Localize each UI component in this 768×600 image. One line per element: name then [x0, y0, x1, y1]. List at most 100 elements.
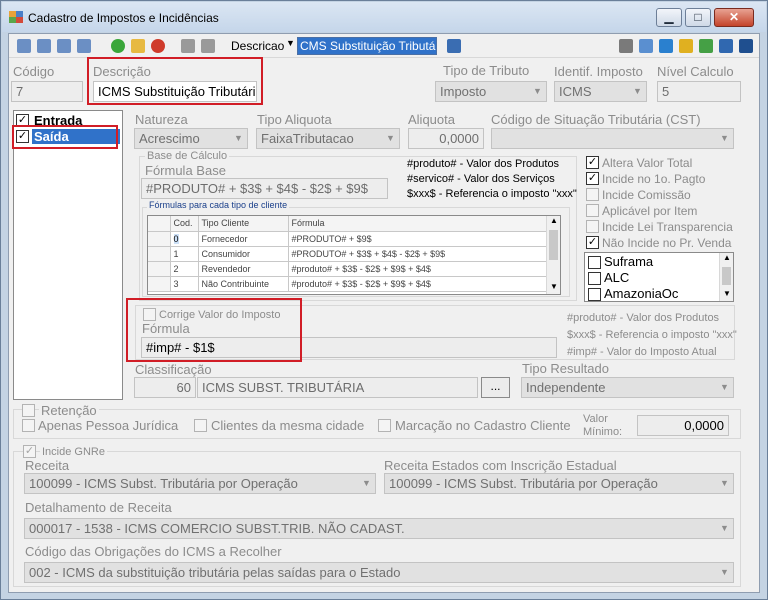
- highlight-corrige: [126, 298, 302, 362]
- grid-cell[interactable]: 0: [173, 233, 179, 244]
- print-icon[interactable]: [619, 39, 633, 53]
- obrigacoes-select[interactable]: 002 - ICMS da substituição tributária pe…: [24, 562, 734, 583]
- grid-cell[interactable]: Consumidor: [198, 246, 289, 262]
- checkbox-nao-incide-venda[interactable]: ✓: [586, 236, 599, 249]
- toolbar: Descricao ▼ CMS Substituição Tributária: [9, 34, 759, 58]
- legend-servico: #servico# - Valor dos Serviços: [407, 173, 555, 185]
- checkbox-gnre[interactable]: ✓: [23, 445, 36, 458]
- grid-cell[interactable]: 3: [170, 276, 199, 292]
- checkbox-retencao[interactable]: [22, 404, 35, 417]
- regions-scrollbar[interactable]: ▲ ▼: [719, 253, 733, 301]
- tipo-resultado-select[interactable]: Independente ▼: [521, 377, 734, 398]
- maximize-button[interactable]: □: [685, 8, 711, 27]
- classificacao-desc-field[interactable]: ICMS SUBST. TRIBUTÁRIA: [197, 377, 478, 398]
- grid-header-cod[interactable]: Cod.: [170, 216, 199, 232]
- settings-icon[interactable]: [639, 39, 653, 53]
- checkbox-aplicavel-item[interactable]: [586, 204, 599, 217]
- option-label: Aplicável por Item: [602, 204, 698, 218]
- grid-cell[interactable]: 1: [170, 246, 199, 262]
- imposto-legend-produto: #produto# - Valor dos Produtos: [567, 312, 720, 324]
- nivel-field[interactable]: 5: [657, 81, 741, 102]
- grid-cell[interactable]: Não Contribuinte: [198, 276, 289, 292]
- scroll-thumb[interactable]: [549, 230, 558, 260]
- grid-scrollbar[interactable]: ▲ ▼: [546, 216, 560, 294]
- menu-icon[interactable]: [739, 39, 753, 53]
- chevron-down-icon[interactable]: ▼: [286, 38, 295, 48]
- classificacao-code-field[interactable]: 60: [134, 377, 196, 398]
- checkbox-lei-transparencia[interactable]: [586, 220, 599, 233]
- add-icon[interactable]: [111, 39, 125, 53]
- scroll-thumb[interactable]: [722, 267, 731, 285]
- checkbox-incide-pagto[interactable]: ✓: [586, 172, 599, 185]
- grid-cell[interactable]: #produto# + $3$ - $2$ + $9$ + $4$: [288, 276, 549, 292]
- previous-record-icon[interactable]: [37, 39, 51, 53]
- natureza-select[interactable]: Acrescimo ▼: [134, 128, 248, 149]
- regions-list[interactable]: Suframa ALC AmazoniaOc ▲ ▼: [584, 252, 734, 302]
- option-label: Incide Lei Transparencia: [602, 220, 733, 234]
- search-input-value: CMS Substituição Tributária: [298, 38, 436, 54]
- grid-cell[interactable]: Fornecedor: [198, 231, 289, 247]
- note-icon[interactable]: [679, 39, 693, 53]
- search-input[interactable]: CMS Substituição Tributária: [297, 37, 437, 55]
- chevron-down-icon: ▼: [720, 567, 729, 577]
- detalhamento-select[interactable]: 000017 - 1538 - ICMS COMERCIO SUBST.TRIB…: [24, 518, 734, 539]
- checkbox-suframa[interactable]: [588, 256, 601, 269]
- checkbox-altera-valor[interactable]: ✓: [586, 156, 599, 169]
- valor-minimo-field[interactable]: 0,0000: [637, 415, 729, 436]
- chevron-down-icon[interactable]: ▼: [723, 289, 731, 298]
- edit-icon[interactable]: [131, 39, 145, 53]
- cst-select[interactable]: ▼: [491, 128, 734, 149]
- table-row[interactable]: 1 Consumidor #PRODUTO# + $3$ + $4$ - $2$…: [148, 246, 549, 262]
- table-row[interactable]: 2 Revendedor #produto# + $3$ - $2$ + $9$…: [148, 261, 549, 277]
- undo-icon[interactable]: [201, 39, 215, 53]
- minimize-button[interactable]: ▁: [656, 8, 682, 27]
- checkbox-mesma-cidade[interactable]: [194, 419, 207, 432]
- grid-cell[interactable]: #produto# + $3$ - $2$ + $9$ + $4$: [288, 261, 549, 277]
- grid-header-tipo[interactable]: Tipo Cliente: [198, 216, 289, 232]
- formulas-grid[interactable]: Cod. Tipo Cliente Fórmula 0 Fornecedor #…: [147, 215, 561, 295]
- search-field-label[interactable]: Descricao: [231, 39, 284, 53]
- grid-cell[interactable]: #PRODUTO# + $9$: [288, 231, 549, 247]
- next-record-icon[interactable]: [57, 39, 71, 53]
- aliquota-field[interactable]: 0,0000: [408, 128, 484, 149]
- help-icon[interactable]: [719, 39, 733, 53]
- title-bar[interactable]: Cadastro de Impostos e Incidências ▁ □ ✕: [2, 2, 766, 32]
- first-record-icon[interactable]: [17, 39, 31, 53]
- chevron-up-icon[interactable]: ▲: [723, 253, 731, 262]
- formula-base-field[interactable]: #PRODUTO# + $3$ + $4$ - $2$ + $9$: [141, 178, 388, 199]
- grid-header-formula[interactable]: Fórmula: [288, 216, 549, 232]
- checkbox-marcacao-cliente[interactable]: [378, 419, 391, 432]
- delete-icon[interactable]: [151, 39, 165, 53]
- checkbox-incide-comissao[interactable]: [586, 188, 599, 201]
- checkbox-alc[interactable]: [588, 272, 601, 285]
- receita-select[interactable]: 100099 - ICMS Subst. Tributária por Oper…: [24, 473, 376, 494]
- chevron-down-icon: ▼: [533, 86, 542, 96]
- refresh-icon[interactable]: [659, 39, 673, 53]
- table-row[interactable]: 3 Não Contribuinte #produto# + $3$ - $2$…: [148, 276, 549, 292]
- pin-icon[interactable]: [699, 39, 713, 53]
- search-icon[interactable]: [447, 39, 461, 53]
- obrigacoes-value: 002 - ICMS da substituição tributária pe…: [29, 565, 401, 580]
- save-icon[interactable]: [181, 39, 195, 53]
- grid-cell[interactable]: #PRODUTO# + $3$ + $4$ - $2$ + $9$: [288, 246, 549, 262]
- chevron-down-icon[interactable]: ▼: [550, 282, 558, 291]
- receita-label: Receita: [25, 458, 70, 473]
- last-record-icon[interactable]: [77, 39, 91, 53]
- grid-cell[interactable]: 2: [170, 261, 199, 277]
- table-row[interactable]: 0 Fornecedor #PRODUTO# + $9$: [148, 231, 549, 247]
- identif-select[interactable]: ICMS ▼: [554, 81, 647, 102]
- chevron-up-icon[interactable]: ▲: [550, 216, 558, 225]
- tipo-tributo-select[interactable]: Imposto ▼: [435, 81, 547, 102]
- codigo-field[interactable]: 7: [11, 81, 83, 102]
- close-button[interactable]: ✕: [714, 8, 754, 27]
- checkbox-pessoa-juridica[interactable]: [22, 419, 35, 432]
- tipo-tributo-value: Imposto: [440, 84, 487, 99]
- grid-cell[interactable]: Revendedor: [198, 261, 289, 277]
- checkbox-amazoniaoc[interactable]: [588, 288, 601, 301]
- detalhamento-label: Detalhamento de Receita: [25, 500, 172, 515]
- receita-estados-select[interactable]: 100099 - ICMS Subst. Tributária por Oper…: [384, 473, 734, 494]
- classificacao-lookup-button[interactable]: ...: [481, 377, 510, 398]
- formula-base-label: Fórmula Base: [145, 163, 226, 178]
- operations-list[interactable]: ✓ Entrada ✓ Saída: [13, 110, 123, 400]
- tipo-aliquota-select[interactable]: FaixaTributacao ▼: [256, 128, 400, 149]
